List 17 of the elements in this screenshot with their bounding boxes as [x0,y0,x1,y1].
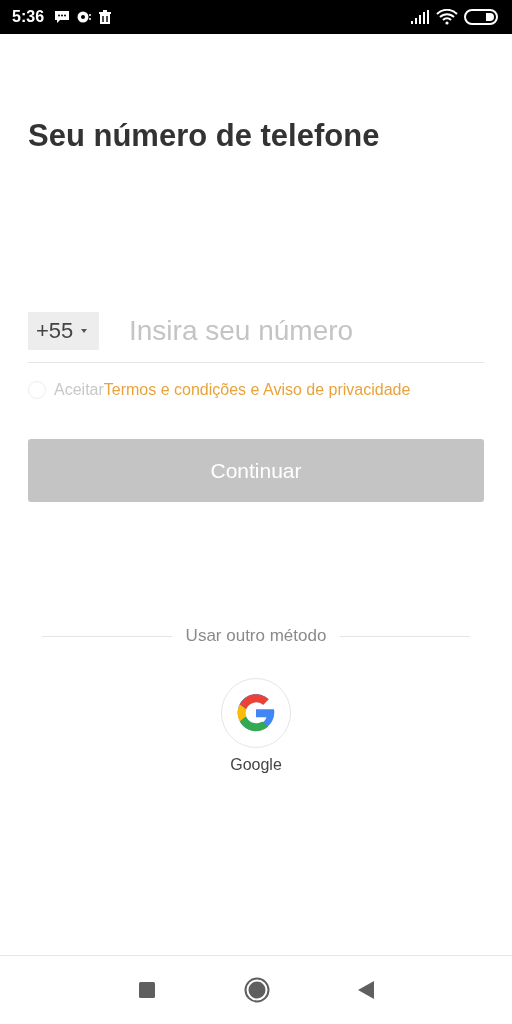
other-method-label: Usar outro método [185,626,327,646]
google-label: Google [230,756,282,774]
home-icon[interactable] [244,977,270,1003]
page-title: Seu número de telefone [28,118,381,154]
accept-label: Aceitar [54,381,104,399]
country-code-dropdown[interactable]: +55 [28,312,99,350]
trash-icon [98,10,113,24]
recents-icon[interactable] [138,981,156,999]
status-time: 5:36 [12,8,45,26]
caret-icon [81,329,88,333]
back-icon[interactable] [358,981,374,999]
battery-icon [464,9,498,25]
wifi-icon [436,9,458,25]
signal-icon [410,10,430,24]
chat-icon [76,10,93,24]
message-icon [54,10,71,24]
terms-link[interactable]: Termos e condições e Aviso de privacidade [103,381,411,399]
